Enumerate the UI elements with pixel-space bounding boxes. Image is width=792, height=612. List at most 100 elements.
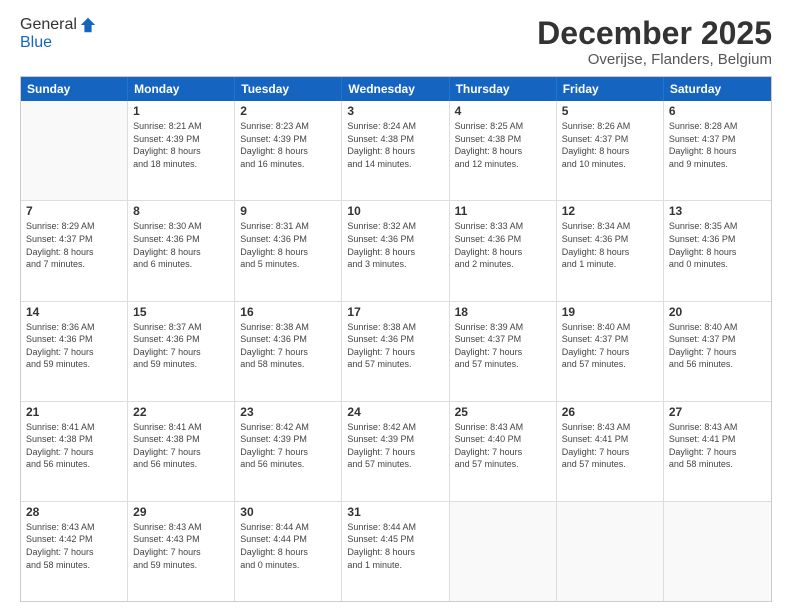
header-day-sunday: Sunday (21, 77, 128, 101)
logo-blue-text: Blue (20, 34, 97, 52)
calendar-cell: 24 Sunrise: 8:42 AM Sunset: 4:39 PM Dayli… (342, 402, 449, 501)
calendar-cell: 3Sunrise: 8:24 AM Sunset: 4:38 PM Daylig… (342, 101, 449, 200)
header-day-thursday: Thursday (450, 77, 557, 101)
calendar-row-4: 21 Sunrise: 8:41 AM Sunset: 4:38 PM Dayli… (21, 401, 771, 501)
day-number: 18 (455, 305, 551, 319)
cell-info: Sunrise: 8:43 AM Sunset: 4:43 PM Dayligh… (133, 521, 229, 571)
cell-info: Sunrise: 8:40 AM Sunset: 4:37 PM Dayligh… (562, 321, 658, 371)
calendar-cell: 28 Sunrise: 8:43 AM Sunset: 4:42 PM Dayli… (21, 502, 128, 601)
day-number: 28 (26, 505, 122, 519)
calendar-cell: 18Sunrise: 8:39 AM Sunset: 4:37 PM Dayli… (450, 302, 557, 401)
calendar-cell: 20 Sunrise: 8:40 AM Sunset: 4:37 PM Dayli… (664, 302, 771, 401)
calendar-cell: 21 Sunrise: 8:41 AM Sunset: 4:38 PM Dayli… (21, 402, 128, 501)
calendar-row-5: 28 Sunrise: 8:43 AM Sunset: 4:42 PM Dayli… (21, 501, 771, 601)
calendar-cell: 11 Sunrise: 8:33 AM Sunset: 4:36 PM Dayli… (450, 201, 557, 300)
calendar-cell (21, 101, 128, 200)
cell-info: Sunrise: 8:36 AM Sunset: 4:36 PM Dayligh… (26, 321, 122, 371)
calendar-row-2: 7Sunrise: 8:29 AM Sunset: 4:37 PM Daylig… (21, 200, 771, 300)
cell-info: Sunrise: 8:34 AM Sunset: 4:36 PM Dayligh… (562, 220, 658, 270)
header: General Blue December 2025 Overijse, Fla… (20, 16, 772, 68)
calendar-cell: 29Sunrise: 8:43 AM Sunset: 4:43 PM Dayli… (128, 502, 235, 601)
calendar-cell: 31 Sunrise: 8:44 AM Sunset: 4:45 PM Dayli… (342, 502, 449, 601)
calendar-cell: 25 Sunrise: 8:43 AM Sunset: 4:40 PM Dayli… (450, 402, 557, 501)
calendar-cell: 30Sunrise: 8:44 AM Sunset: 4:44 PM Dayli… (235, 502, 342, 601)
calendar-cell: 14Sunrise: 8:36 AM Sunset: 4:36 PM Dayli… (21, 302, 128, 401)
day-number: 22 (133, 405, 229, 419)
header-day-wednesday: Wednesday (342, 77, 449, 101)
day-number: 17 (347, 305, 443, 319)
location-title: Overijse, Flanders, Belgium (537, 51, 772, 68)
day-number: 20 (669, 305, 766, 319)
day-number: 24 (347, 405, 443, 419)
calendar-cell: 16 Sunrise: 8:38 AM Sunset: 4:36 PM Dayli… (235, 302, 342, 401)
cell-info: Sunrise: 8:42 AM Sunset: 4:39 PM Dayligh… (347, 421, 443, 471)
day-number: 21 (26, 405, 122, 419)
calendar-cell (450, 502, 557, 601)
cell-info: Sunrise: 8:35 AM Sunset: 4:36 PM Dayligh… (669, 220, 766, 270)
calendar-row-1: 1Sunrise: 8:21 AM Sunset: 4:39 PM Daylig… (21, 101, 771, 200)
day-number: 5 (562, 104, 658, 118)
header-day-monday: Monday (128, 77, 235, 101)
logo-general-text: General (20, 16, 77, 34)
cell-info: Sunrise: 8:43 AM Sunset: 4:42 PM Dayligh… (26, 521, 122, 571)
calendar-cell: 9Sunrise: 8:31 AM Sunset: 4:36 PM Daylig… (235, 201, 342, 300)
title-block: December 2025 Overijse, Flanders, Belgiu… (537, 16, 772, 68)
cell-info: Sunrise: 8:38 AM Sunset: 4:36 PM Dayligh… (240, 321, 336, 371)
calendar-cell: 23Sunrise: 8:42 AM Sunset: 4:39 PM Dayli… (235, 402, 342, 501)
cell-info: Sunrise: 8:43 AM Sunset: 4:40 PM Dayligh… (455, 421, 551, 471)
day-number: 7 (26, 204, 122, 218)
cell-info: Sunrise: 8:25 AM Sunset: 4:38 PM Dayligh… (455, 120, 551, 170)
day-number: 26 (562, 405, 658, 419)
calendar-cell: 4 Sunrise: 8:25 AM Sunset: 4:38 PM Daylig… (450, 101, 557, 200)
logo-icon (79, 16, 97, 34)
calendar-cell: 8Sunrise: 8:30 AM Sunset: 4:36 PM Daylig… (128, 201, 235, 300)
day-number: 25 (455, 405, 551, 419)
day-number: 2 (240, 104, 336, 118)
calendar-body: 1Sunrise: 8:21 AM Sunset: 4:39 PM Daylig… (21, 101, 771, 601)
calendar-cell: 13 Sunrise: 8:35 AM Sunset: 4:36 PM Dayli… (664, 201, 771, 300)
day-number: 31 (347, 505, 443, 519)
cell-info: Sunrise: 8:30 AM Sunset: 4:36 PM Dayligh… (133, 220, 229, 270)
calendar-cell: 19Sunrise: 8:40 AM Sunset: 4:37 PM Dayli… (557, 302, 664, 401)
calendar-cell (557, 502, 664, 601)
calendar-cell: 12 Sunrise: 8:34 AM Sunset: 4:36 PM Dayli… (557, 201, 664, 300)
header-day-friday: Friday (557, 77, 664, 101)
cell-info: Sunrise: 8:26 AM Sunset: 4:37 PM Dayligh… (562, 120, 658, 170)
day-number: 23 (240, 405, 336, 419)
cell-info: Sunrise: 8:44 AM Sunset: 4:45 PM Dayligh… (347, 521, 443, 571)
cell-info: Sunrise: 8:23 AM Sunset: 4:39 PM Dayligh… (240, 120, 336, 170)
calendar-cell: 15Sunrise: 8:37 AM Sunset: 4:36 PM Dayli… (128, 302, 235, 401)
day-number: 27 (669, 405, 766, 419)
day-number: 3 (347, 104, 443, 118)
calendar-cell: 17Sunrise: 8:38 AM Sunset: 4:36 PM Dayli… (342, 302, 449, 401)
day-number: 9 (240, 204, 336, 218)
cell-info: Sunrise: 8:43 AM Sunset: 4:41 PM Dayligh… (669, 421, 766, 471)
calendar-row-3: 14Sunrise: 8:36 AM Sunset: 4:36 PM Dayli… (21, 301, 771, 401)
calendar-cell: 10Sunrise: 8:32 AM Sunset: 4:36 PM Dayli… (342, 201, 449, 300)
cell-info: Sunrise: 8:44 AM Sunset: 4:44 PM Dayligh… (240, 521, 336, 571)
day-number: 12 (562, 204, 658, 218)
calendar-cell: 2 Sunrise: 8:23 AM Sunset: 4:39 PM Daylig… (235, 101, 342, 200)
calendar-cell: 6 Sunrise: 8:28 AM Sunset: 4:37 PM Daylig… (664, 101, 771, 200)
calendar-cell: 5 Sunrise: 8:26 AM Sunset: 4:37 PM Daylig… (557, 101, 664, 200)
header-day-tuesday: Tuesday (235, 77, 342, 101)
day-number: 13 (669, 204, 766, 218)
day-number: 4 (455, 104, 551, 118)
cell-info: Sunrise: 8:41 AM Sunset: 4:38 PM Dayligh… (26, 421, 122, 471)
day-number: 1 (133, 104, 229, 118)
cell-info: Sunrise: 8:43 AM Sunset: 4:41 PM Dayligh… (562, 421, 658, 471)
day-number: 10 (347, 204, 443, 218)
calendar: SundayMondayTuesdayWednesdayThursdayFrid… (20, 76, 772, 602)
month-title: December 2025 (537, 16, 772, 51)
day-number: 16 (240, 305, 336, 319)
day-number: 6 (669, 104, 766, 118)
cell-info: Sunrise: 8:28 AM Sunset: 4:37 PM Dayligh… (669, 120, 766, 170)
calendar-cell: 27 Sunrise: 8:43 AM Sunset: 4:41 PM Dayli… (664, 402, 771, 501)
cell-info: Sunrise: 8:40 AM Sunset: 4:37 PM Dayligh… (669, 321, 766, 371)
cell-info: Sunrise: 8:37 AM Sunset: 4:36 PM Dayligh… (133, 321, 229, 371)
page: General Blue December 2025 Overijse, Fla… (0, 0, 792, 612)
day-number: 11 (455, 204, 551, 218)
header-day-saturday: Saturday (664, 77, 771, 101)
cell-info: Sunrise: 8:33 AM Sunset: 4:36 PM Dayligh… (455, 220, 551, 270)
calendar-cell: 26 Sunrise: 8:43 AM Sunset: 4:41 PM Dayli… (557, 402, 664, 501)
